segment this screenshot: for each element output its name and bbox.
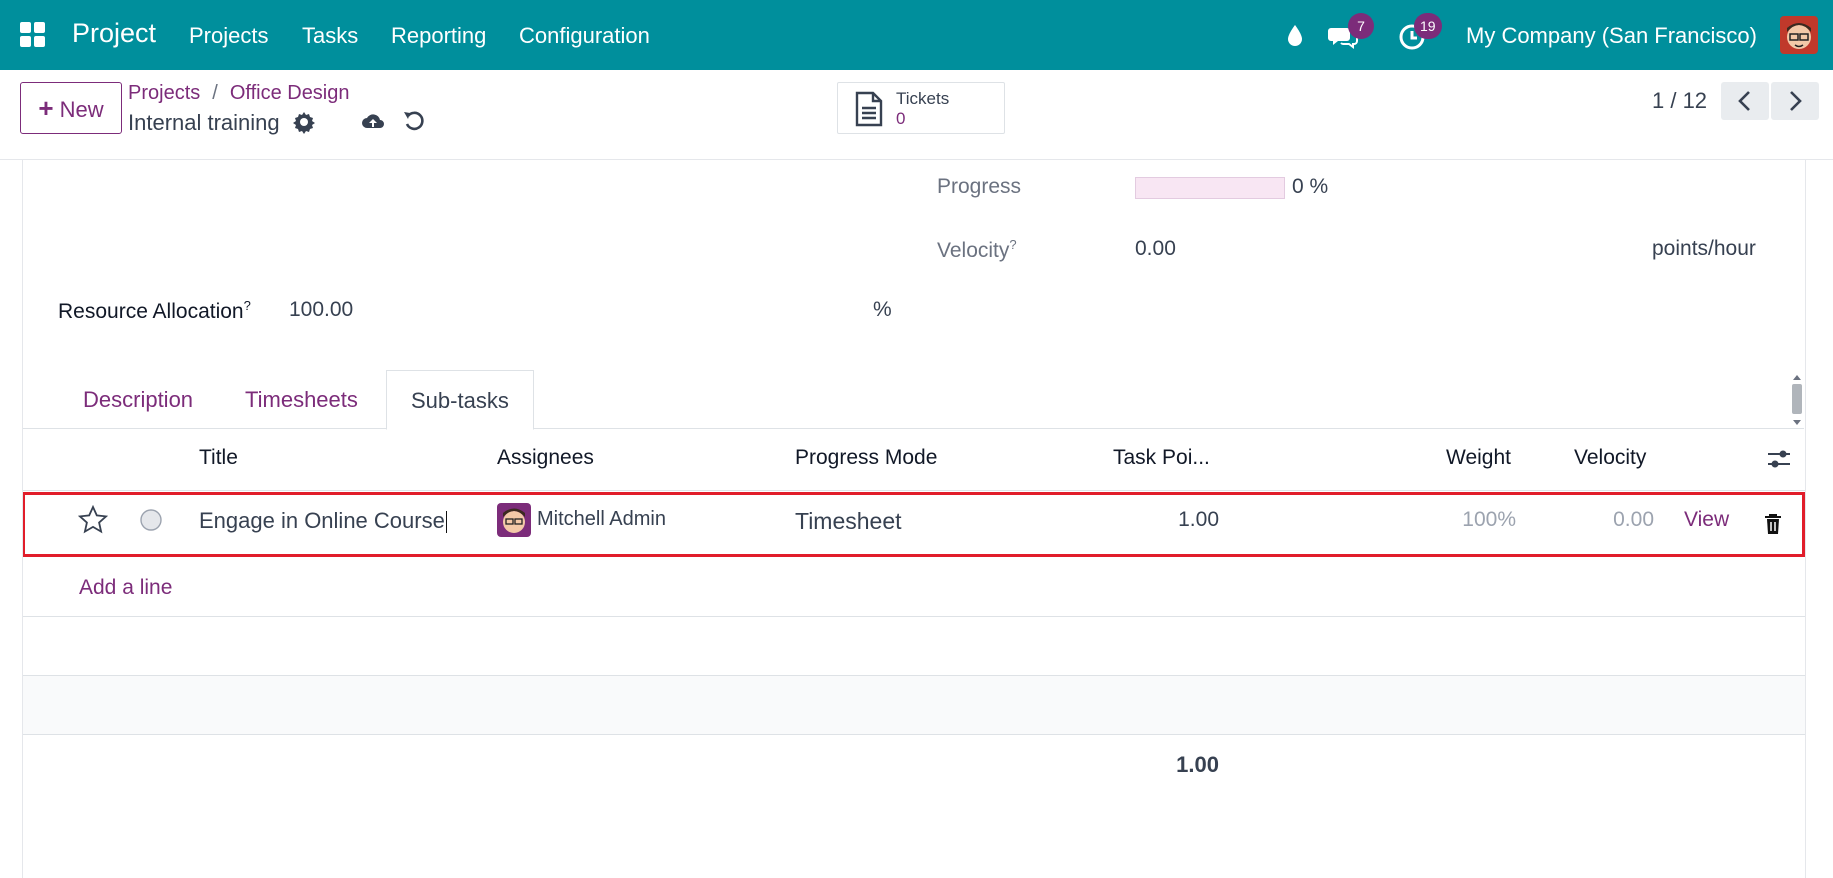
velocity-unit: points/hour (1652, 237, 1756, 260)
row-progress-mode[interactable]: Timesheet (795, 508, 902, 535)
progress-label: Progress (937, 175, 1022, 198)
status-circle-icon[interactable] (139, 508, 163, 532)
progress-bar (1135, 177, 1285, 199)
row-task-points[interactable]: 1.00 (1113, 508, 1219, 532)
velocity-label: Velocity? (937, 237, 1017, 262)
tickets-count: 0 (896, 109, 906, 128)
pager-value[interactable]: 1 / 12 (1652, 88, 1707, 114)
column-assignees[interactable]: Assignees (497, 446, 594, 470)
velocity-value: 0.00 (1135, 237, 1176, 260)
plus-icon: + (38, 93, 54, 123)
resource-allocation-label: Resource Allocation? (58, 298, 251, 323)
column-velocity[interactable]: Velocity (1574, 446, 1646, 470)
chevron-right-icon (1790, 91, 1802, 111)
column-task-points[interactable]: Task Poi... (1113, 446, 1210, 470)
column-weight[interactable]: Weight (1446, 446, 1511, 470)
gear-icon[interactable] (292, 110, 316, 134)
document-icon (855, 91, 883, 127)
pager-next-button[interactable] (1771, 82, 1819, 120)
app-title[interactable]: Project (72, 18, 156, 49)
notebook-tabs: Description Timesheets Sub-tasks (22, 370, 1804, 430)
chevron-left-icon (1738, 91, 1750, 111)
column-progress-mode[interactable]: Progress Mode (795, 446, 937, 470)
progress-value: 0 % (1292, 175, 1329, 198)
assignee-name[interactable]: Mitchell Admin (537, 508, 666, 531)
resource-help-mark[interactable]: ? (244, 298, 251, 313)
menu-projects[interactable]: Projects (189, 23, 268, 49)
optional-columns-sliders-icon[interactable] (1766, 446, 1792, 472)
table-row (22, 617, 1805, 675)
tab-sub-tasks[interactable]: Sub-tasks (386, 370, 534, 430)
pager-previous-button[interactable] (1721, 82, 1769, 120)
resource-allocation-value[interactable]: 100.00 (289, 298, 353, 322)
new-button[interactable]: + New (20, 82, 122, 134)
menu-reporting[interactable]: Reporting (391, 23, 486, 49)
tab-timesheets[interactable]: Timesheets (221, 370, 382, 429)
menu-tasks[interactable]: Tasks (302, 23, 358, 49)
add-a-line-link[interactable]: Add a line (79, 576, 172, 600)
tabs-scrollbar[interactable] (1790, 372, 1804, 428)
assignee-avatar (497, 503, 531, 537)
messages-badge: 7 (1348, 13, 1374, 39)
top-navbar: Project Projects Tasks Reporting Configu… (0, 0, 1833, 70)
menu-configuration[interactable]: Configuration (519, 23, 650, 49)
cloud-upload-icon[interactable] (360, 108, 386, 134)
tickets-smart-button[interactable]: Tickets 0 (837, 82, 1005, 134)
breadcrumb-projects[interactable]: Projects (128, 82, 200, 104)
tab-description[interactable]: Description (59, 370, 217, 429)
row-view-button[interactable]: View (1684, 508, 1729, 532)
velocity-help-mark[interactable]: ? (1009, 237, 1016, 252)
column-title[interactable]: Title (199, 446, 238, 470)
row-weight: 100% (1462, 508, 1516, 531)
trash-icon[interactable] (1762, 512, 1784, 536)
row-velocity: 0.00 (1613, 508, 1654, 531)
breadcrumb: Projects / Office Design (128, 82, 350, 104)
table-row (22, 676, 1805, 734)
total-task-points: 1.00 (1176, 752, 1219, 777)
star-icon[interactable] (78, 505, 108, 535)
apps-menu-icon[interactable] (20, 22, 46, 48)
drop-icon[interactable] (1279, 20, 1311, 52)
tickets-label: Tickets (896, 89, 950, 108)
discard-undo-icon[interactable] (402, 108, 428, 134)
row-title-input[interactable]: Engage in Online Course (199, 508, 447, 534)
activities-badge: 19 (1414, 13, 1442, 39)
control-panel: + New Projects / Office Design Internal tra… (0, 70, 1833, 160)
breadcrumb-office-design[interactable]: Office Design (230, 82, 350, 104)
resource-allocation-unit: % (873, 298, 892, 321)
company-switcher[interactable]: My Company (San Francisco) (1466, 23, 1757, 49)
record-title: Internal training (128, 110, 280, 135)
user-avatar[interactable] (1780, 16, 1818, 54)
